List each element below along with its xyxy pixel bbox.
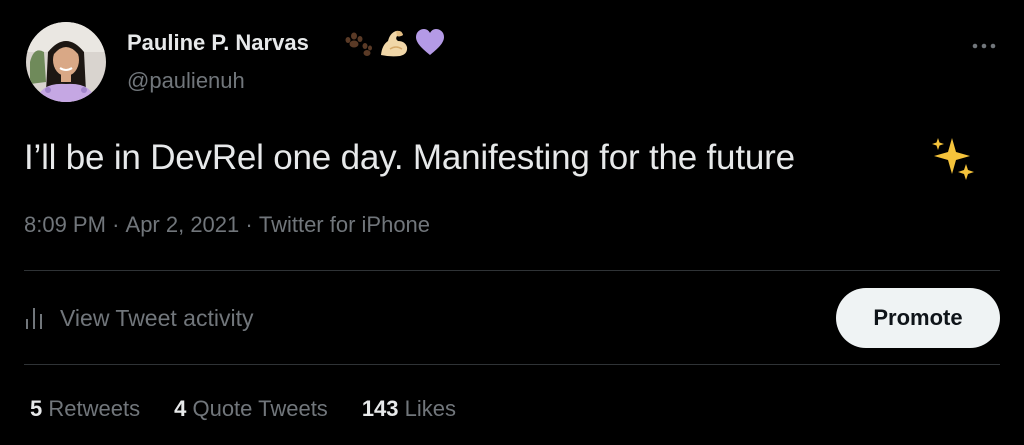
tweet-date[interactable]: Apr 2, 2021 bbox=[126, 212, 240, 237]
promote-button[interactable]: Promote bbox=[836, 288, 1000, 348]
author-handle[interactable]: @paulienuh bbox=[127, 68, 245, 94]
divider bbox=[24, 270, 1000, 271]
likes-label: Likes bbox=[404, 396, 457, 421]
name-emoji-group bbox=[344, 24, 446, 62]
analytics-icon bbox=[26, 308, 42, 329]
tweet-meta: 8:09 PM · Apr 2, 2021 · Twitter for iPho… bbox=[24, 211, 430, 238]
tweet-source[interactable]: Twitter for iPhone bbox=[259, 212, 430, 237]
quote-tweets-count: 4 bbox=[174, 396, 187, 421]
divider bbox=[24, 364, 1000, 365]
paw-prints-icon bbox=[345, 32, 372, 56]
retweets-stat[interactable]: 5 Retweets bbox=[30, 396, 140, 422]
likes-count: 143 bbox=[361, 396, 399, 421]
quote-tweets-stat[interactable]: 4 Quote Tweets bbox=[174, 396, 328, 422]
sparkles-icon bbox=[932, 138, 974, 180]
tweet-text: I’ll be in DevRel one day. Manifesting f… bbox=[24, 138, 795, 177]
avatar[interactable] bbox=[26, 22, 106, 102]
retweets-label: Retweets bbox=[48, 396, 141, 421]
tweet-stats: 5 Retweets 4 Quote Tweets 143 Likes bbox=[30, 396, 490, 422]
flexed-biceps-icon bbox=[381, 30, 408, 57]
view-tweet-activity-link[interactable]: View Tweet activity bbox=[24, 302, 253, 334]
view-tweet-activity-label: View Tweet activity bbox=[60, 304, 254, 331]
meta-separator: · bbox=[245, 212, 253, 238]
likes-stat[interactable]: 143 Likes bbox=[362, 396, 456, 422]
purple-heart-icon bbox=[416, 29, 444, 55]
tweet-time[interactable]: 8:09 PM bbox=[24, 212, 106, 237]
more-options-icon[interactable] bbox=[970, 38, 998, 54]
retweets-count: 5 bbox=[30, 396, 43, 421]
quote-tweets-label: Quote Tweets bbox=[192, 396, 328, 421]
author-name[interactable]: Pauline P. Narvas bbox=[127, 30, 309, 56]
meta-separator: · bbox=[112, 212, 120, 238]
tweet-detail: Pauline P. Narvas @paulienuh I’ll be in … bbox=[0, 0, 1024, 445]
